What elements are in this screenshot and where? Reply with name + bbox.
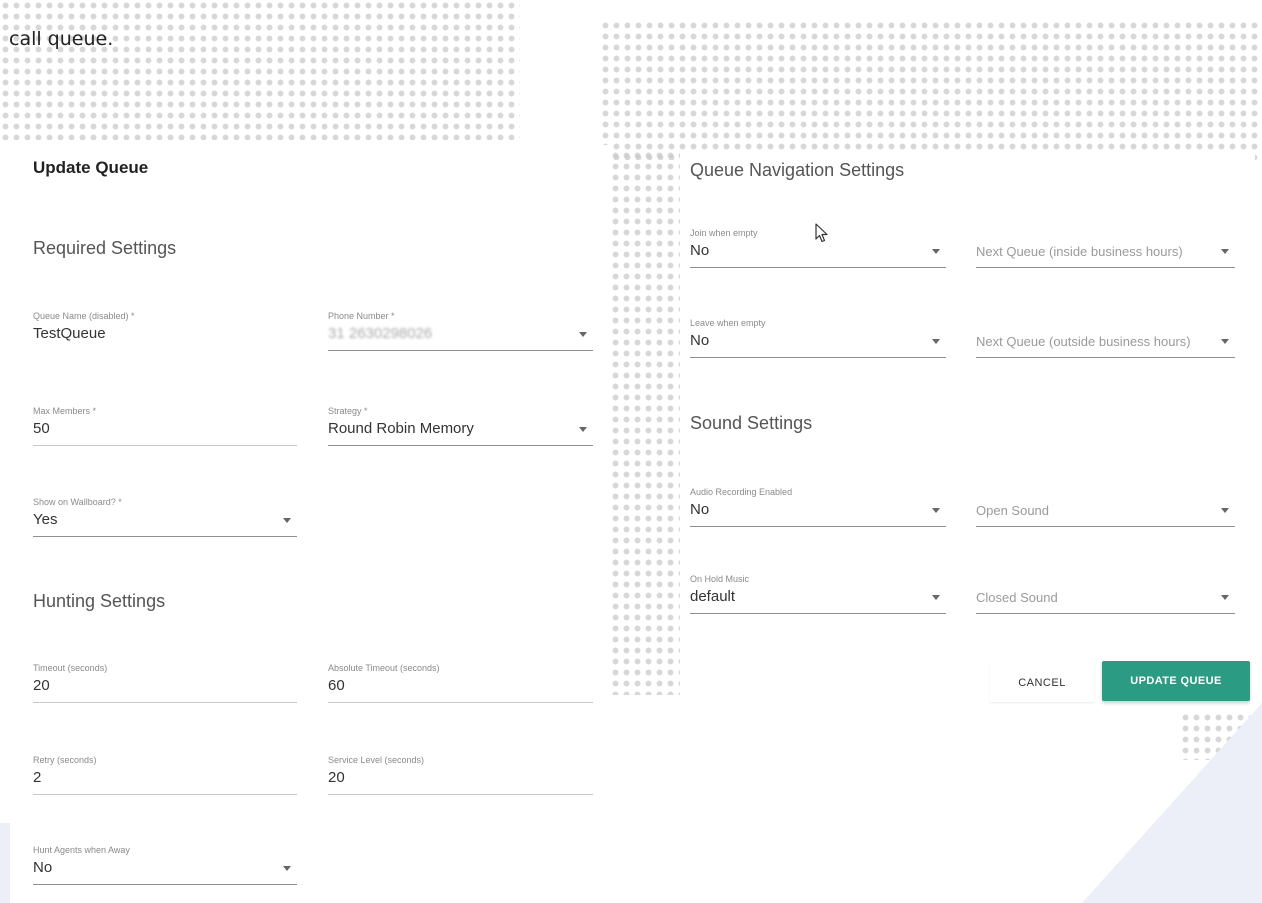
on-hold-music-label: On Hold Music — [690, 574, 750, 584]
on-hold-music-underline — [690, 613, 946, 614]
retry-label: Retry (seconds) — [33, 755, 97, 765]
next-queue-inside-underline — [976, 267, 1235, 268]
phone-number-label: Phone Number * — [328, 311, 395, 321]
timeout-underline — [33, 702, 297, 703]
mouse-pointer-icon — [815, 223, 828, 243]
phone-number-value: 31 2630298026 — [328, 325, 433, 342]
caret-down-icon — [932, 339, 940, 344]
retry-value: 2 — [33, 769, 42, 786]
audio-recording-label: Audio Recording Enabled — [690, 487, 793, 497]
retry-underline — [33, 794, 297, 795]
absolute-timeout-underline — [328, 702, 593, 703]
leave-when-empty-underline — [690, 357, 946, 358]
phone-number-underline — [328, 350, 593, 351]
edge-decoration — [0, 823, 10, 903]
strategy-underline — [328, 445, 593, 446]
leave-when-empty-label: Leave when empty — [690, 318, 766, 328]
wallboard-value: Yes — [33, 511, 58, 528]
service-level-value: 20 — [328, 769, 345, 786]
max-members-underline — [33, 445, 297, 446]
max-members-value: 50 — [33, 420, 50, 437]
strategy-label: Strategy * — [328, 406, 368, 416]
page-title: Update Queue — [33, 158, 149, 177]
hunting-settings-heading: Hunting Settings — [33, 591, 166, 611]
sound-settings-heading: Sound Settings — [690, 413, 813, 433]
leave-when-empty-value: No — [690, 332, 710, 349]
caret-down-icon — [1221, 508, 1229, 513]
audio-recording-underline — [690, 526, 946, 527]
required-settings-heading: Required Settings — [33, 238, 177, 258]
on-hold-music-value: default — [690, 588, 736, 605]
caret-down-icon — [932, 595, 940, 600]
join-when-empty-label: Join when empty — [690, 228, 758, 238]
timeout-value: 20 — [33, 677, 50, 694]
hunt-agents-away-value: No — [33, 859, 53, 876]
open-sound-placeholder: Open Sound — [976, 503, 1050, 518]
join-when-empty-value: No — [690, 242, 710, 259]
queue-navigation-heading: Queue Navigation Settings — [690, 160, 905, 180]
absolute-timeout-value: 60 — [328, 677, 345, 694]
next-queue-outside-underline — [976, 357, 1235, 358]
queue-name-label: Queue Name (disabled) * — [33, 311, 135, 321]
corner-decoration — [1082, 703, 1262, 903]
join-when-empty-underline — [690, 267, 946, 268]
strategy-value: Round Robin Memory — [328, 420, 474, 437]
next-queue-outside-placeholder: Next Queue (outside business hours) — [976, 334, 1191, 349]
caret-down-icon — [1221, 249, 1229, 254]
caret-down-icon — [1221, 595, 1229, 600]
next-queue-inside-placeholder: Next Queue (inside business hours) — [976, 244, 1183, 259]
caption-text: call queue. — [9, 28, 114, 50]
caret-down-icon — [1221, 339, 1229, 344]
audio-recording-value: No — [690, 501, 710, 518]
dot-map-background — [610, 150, 682, 695]
update-queue-button[interactable]: UPDATE QUEUE — [1102, 661, 1250, 701]
open-sound-underline — [976, 526, 1235, 527]
absolute-timeout-label: Absolute Timeout (seconds) — [328, 663, 440, 673]
caret-down-icon — [932, 249, 940, 254]
closed-sound-placeholder: Closed Sound — [976, 590, 1058, 605]
timeout-label: Timeout (seconds) — [33, 663, 108, 673]
dot-map-background — [0, 0, 520, 140]
service-level-underline — [328, 794, 593, 795]
caret-down-icon — [283, 518, 291, 523]
max-members-label: Max Members * — [33, 406, 97, 416]
cancel-button[interactable]: CANCEL — [990, 664, 1094, 702]
service-level-label: Service Level (seconds) — [328, 755, 425, 765]
hunt-agents-away-label: Hunt Agents when Away — [33, 845, 130, 855]
caret-down-icon — [579, 427, 587, 432]
dot-map-background — [600, 20, 1262, 160]
queue-name-value: TestQueue — [33, 325, 106, 342]
hunt-agents-away-underline — [33, 884, 297, 885]
caret-down-icon — [932, 508, 940, 513]
caret-down-icon — [579, 332, 587, 337]
closed-sound-underline — [976, 613, 1235, 614]
wallboard-underline — [33, 536, 297, 537]
caret-down-icon — [283, 866, 291, 871]
wallboard-label: Show on Wallboard? * — [33, 497, 122, 507]
